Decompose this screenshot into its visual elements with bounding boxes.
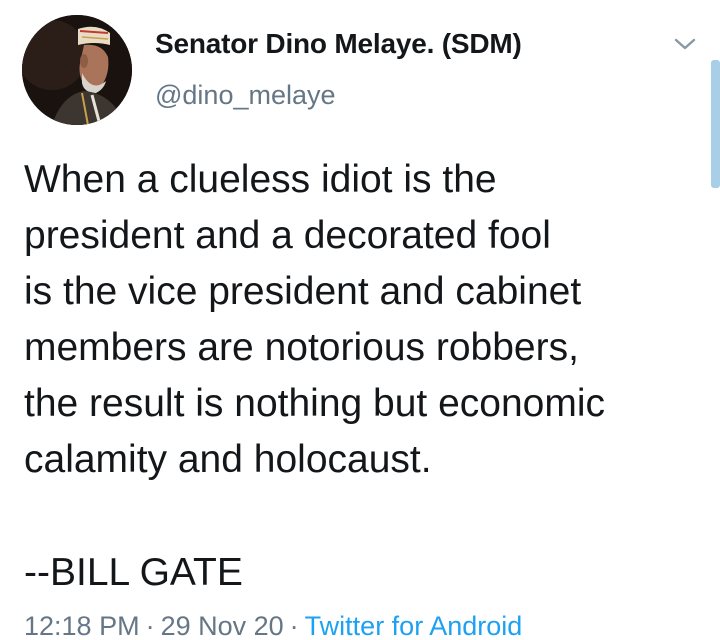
tweet-meta: 12:18 PM · 29 Nov 20 · Twitter for Android bbox=[24, 608, 522, 640]
tweet-time: 12:18 PM bbox=[24, 611, 140, 640]
avatar[interactable] bbox=[22, 15, 132, 125]
chevron-down-icon[interactable] bbox=[672, 34, 698, 54]
meta-separator: · bbox=[145, 611, 155, 640]
tweet-date: 29 Nov 20 bbox=[160, 611, 284, 640]
meta-separator: · bbox=[289, 611, 299, 640]
display-name[interactable]: Senator Dino Melaye. (SDM) bbox=[155, 28, 522, 60]
tweet-source-link[interactable]: Twitter for Android bbox=[305, 611, 523, 640]
tweet-text: When a clueless idiot is the president a… bbox=[24, 158, 606, 481]
tweet-card: Senator Dino Melaye. (SDM) @dino_melaye … bbox=[0, 0, 720, 640]
user-handle[interactable]: @dino_melaye bbox=[155, 80, 336, 111]
scrollbar[interactable] bbox=[711, 60, 720, 188]
tweet-attribution: --BILL GATE bbox=[24, 551, 243, 594]
